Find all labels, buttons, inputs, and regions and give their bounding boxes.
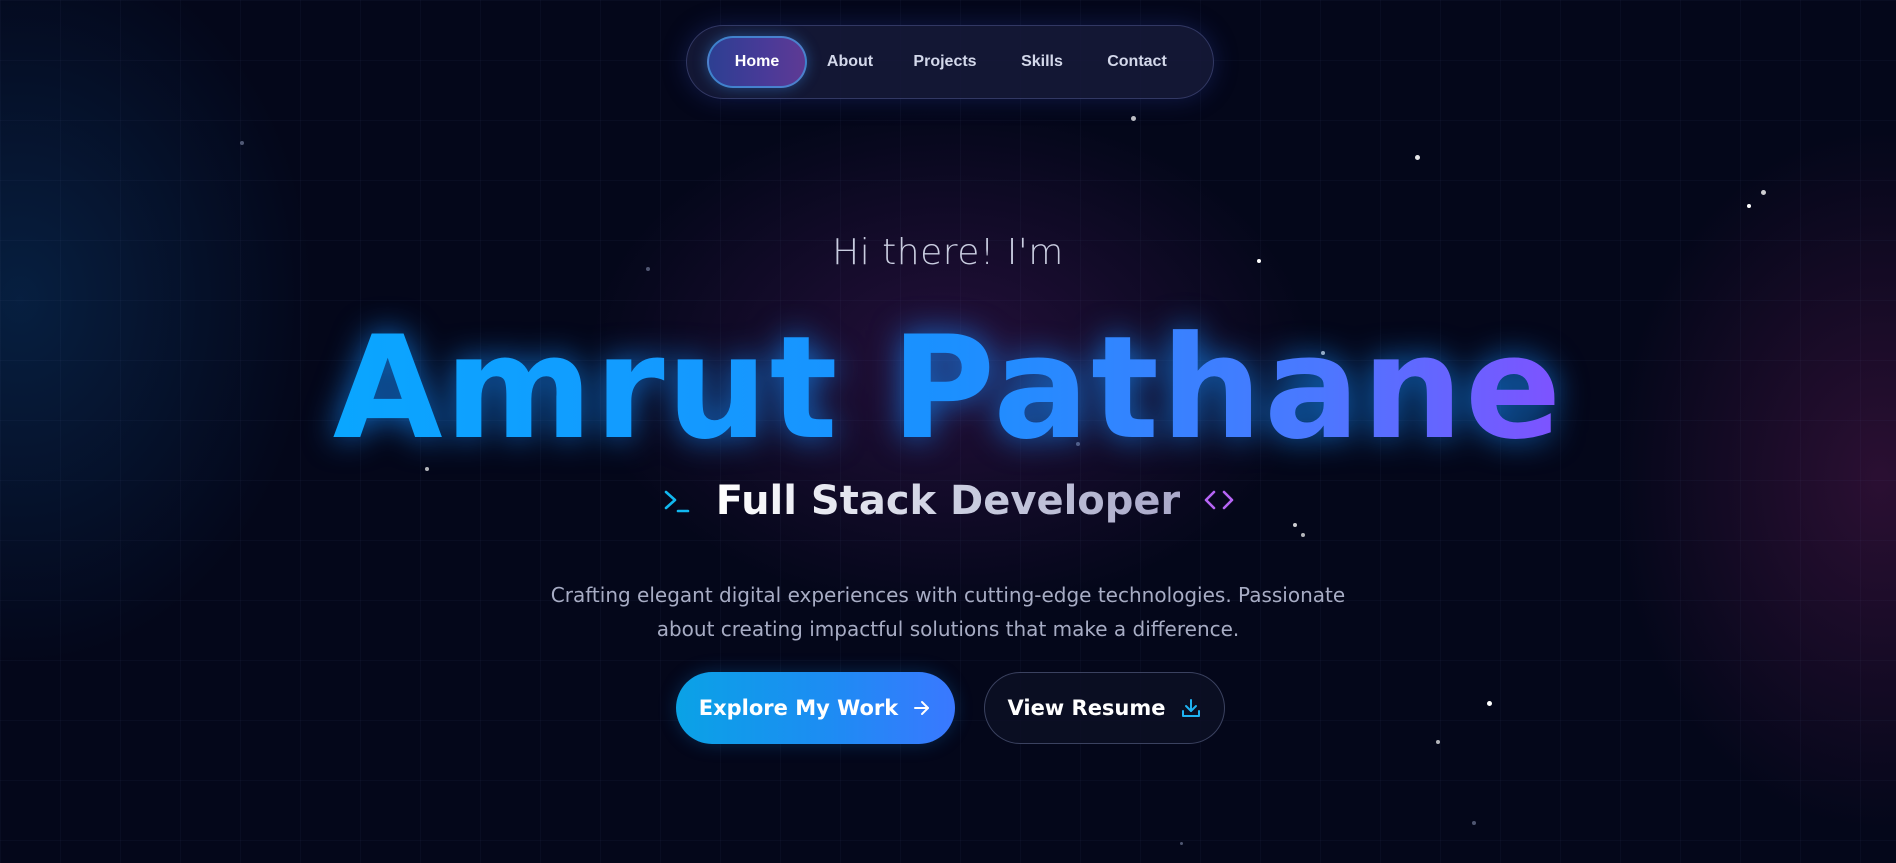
main-nav: Home About Projects Skills Contact [686, 25, 1214, 99]
nav-item-skills[interactable]: Skills [997, 36, 1087, 88]
view-resume-label: View Resume [1007, 696, 1166, 720]
explore-work-button[interactable]: Explore My Work [676, 672, 955, 744]
hero-greeting: Hi there! I'm [832, 232, 1064, 273]
nav-item-projects[interactable]: Projects [893, 36, 997, 88]
nav-item-contact[interactable]: Contact [1087, 36, 1187, 88]
arrow-right-icon [912, 698, 932, 718]
star-decoration [1436, 740, 1440, 744]
star-decoration [1472, 821, 1476, 825]
star-decoration [1487, 701, 1492, 706]
nav-item-home[interactable]: Home [707, 36, 807, 88]
star-decoration [240, 141, 244, 145]
download-icon [1180, 697, 1202, 719]
star-decoration [1415, 155, 1420, 160]
hero-role-text: Full Stack Developer [715, 478, 1181, 524]
terminal-icon [660, 484, 694, 518]
code-icon [1202, 484, 1236, 518]
hero-name-wrap: Amrut Pathane [0, 318, 1896, 460]
view-resume-button[interactable]: View Resume [984, 672, 1225, 744]
nav-item-about[interactable]: About [807, 36, 893, 88]
star-decoration [1131, 116, 1136, 121]
hero-name: Amrut Pathane [332, 306, 1564, 471]
star-decoration [1180, 842, 1183, 845]
star-decoration [1301, 533, 1305, 537]
hero-role: Full Stack Developer [0, 478, 1896, 524]
hero-description: Crafting elegant digital experiences wit… [550, 583, 1346, 641]
explore-work-label: Explore My Work [698, 696, 899, 720]
star-decoration [1761, 190, 1766, 195]
hero-page: Home About Projects Skills Contact Hi th… [0, 0, 1896, 863]
star-decoration [1747, 204, 1751, 208]
